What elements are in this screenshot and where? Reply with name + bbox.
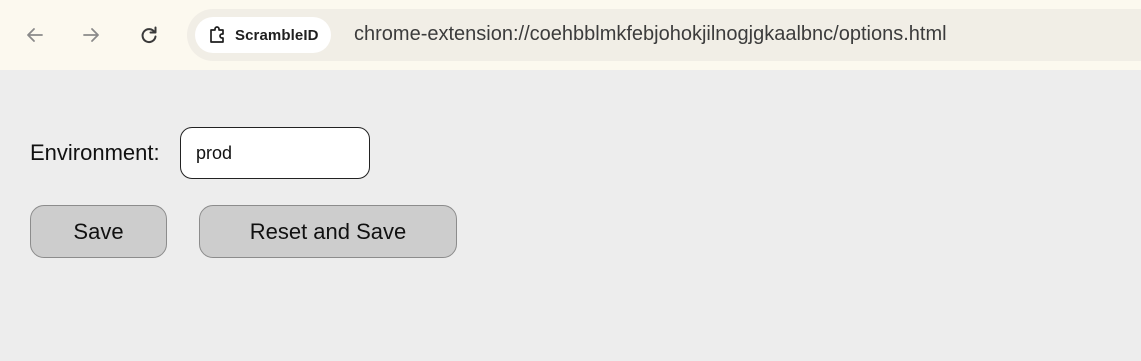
forward-button[interactable] (73, 17, 109, 53)
options-page: Environment: Save Reset and Save (0, 70, 1141, 361)
save-button[interactable]: Save (30, 205, 167, 258)
reload-icon (141, 26, 157, 44)
environment-input[interactable] (180, 127, 370, 179)
back-button[interactable] (17, 17, 53, 53)
reset-and-save-button[interactable]: Reset and Save (199, 205, 457, 258)
browser-toolbar: ScrambleID chrome-extension://coehbblmkf… (0, 0, 1141, 70)
arrow-left-icon (27, 28, 43, 42)
site-chip-label: ScrambleID (235, 26, 319, 44)
arrow-right-icon (83, 28, 99, 42)
reload-button[interactable] (131, 17, 167, 53)
environment-label: Environment: (30, 140, 160, 165)
address-bar[interactable]: ScrambleID chrome-extension://coehbblmkf… (187, 9, 1141, 61)
puzzle-extension-icon (210, 26, 224, 43)
url-text[interactable]: chrome-extension://coehbblmkfebjohokjiln… (354, 23, 947, 46)
site-info-chip[interactable]: ScrambleID (195, 17, 331, 53)
